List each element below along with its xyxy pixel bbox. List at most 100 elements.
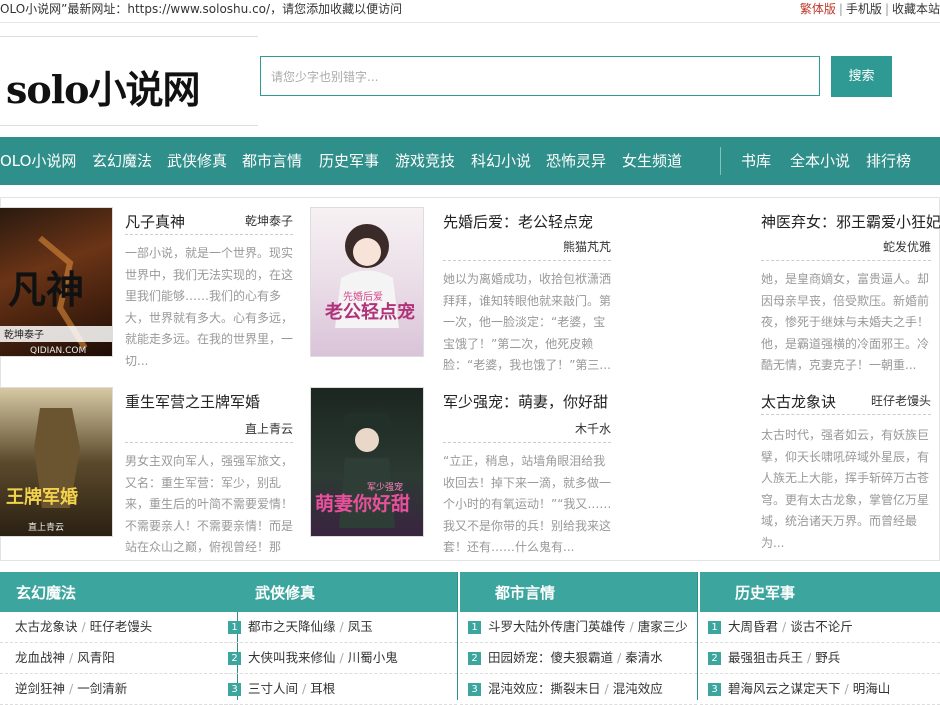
nav-paihang[interactable]: 排行榜: [866, 137, 911, 185]
book-author[interactable]: 木千水: [521, 420, 611, 437]
rank-badge: 2: [708, 652, 721, 665]
book-name[interactable]: 碧海风云之谋定天下: [728, 681, 841, 696]
nav-kehuan[interactable]: 科幻小说: [471, 137, 531, 185]
book-author[interactable]: 明海山: [853, 681, 891, 696]
list-heading[interactable]: 历史军事: [700, 572, 940, 612]
book-author[interactable]: 野兵: [815, 650, 840, 665]
featured-section: 凡神 乾坤泰子 QIDIAN.COM 凡子真神 乾坤泰子 一部小说，就是一个世界…: [0, 197, 940, 561]
rank-badge: 3: [708, 683, 721, 696]
nav-shuku[interactable]: 书库: [741, 137, 771, 185]
book-author[interactable]: 凤玉: [348, 619, 373, 634]
book-author[interactable]: 谈古不论斤: [790, 619, 853, 634]
list-item[interactable]: 太古龙象诀 / 旺仔老馒头: [0, 612, 237, 643]
list-heading[interactable]: 武侠修真: [220, 572, 457, 612]
book-title[interactable]: 先婚后爱：老公轻点宠: [443, 211, 593, 232]
rank-badge: 2: [228, 652, 241, 665]
list-item[interactable]: 3 三寸人间 / 耳根: [220, 674, 457, 705]
header: solo小说网 请您少字也别错字... 搜索: [0, 36, 940, 126]
divider: [443, 442, 611, 443]
book-author[interactable]: 旺仔老馒头: [841, 392, 931, 409]
separator: |: [884, 2, 889, 16]
book-author[interactable]: 川蜀小鬼: [348, 650, 398, 665]
book-name[interactable]: 大周昏君: [728, 619, 778, 634]
nav-wuxia[interactable]: 武侠修真: [167, 137, 227, 185]
main-nav: OLO小说网 玄幻魔法 武侠修真 都市言情 历史军事 游戏竞技 科幻小说 恐怖灵…: [0, 137, 940, 185]
book-name[interactable]: 田园娇宠：傻夫狠霸道: [488, 650, 613, 665]
list-heading[interactable]: 都市言情: [460, 572, 697, 612]
book-author[interactable]: 蛇发优雅: [841, 238, 931, 255]
book-author[interactable]: 直上青云: [201, 420, 293, 437]
book-cover[interactable]: 王牌军婚 直上青云: [0, 387, 113, 537]
book-author[interactable]: 耳根: [310, 681, 335, 696]
list-item[interactable]: 1 大周昏君 / 谈古不论斤: [700, 612, 940, 643]
nav-nvsheng[interactable]: 女生频道: [622, 137, 682, 185]
list-item[interactable]: 2 田园娇宠：傻夫狠霸道 / 秦清水: [460, 643, 697, 674]
book-title[interactable]: 军少强宠：萌妻，你好甜: [443, 391, 608, 412]
book-author[interactable]: 旺仔老馒头: [90, 619, 153, 634]
nav-kongbu[interactable]: 恐怖灵异: [546, 137, 606, 185]
book-title[interactable]: 凡子真神: [125, 211, 185, 232]
list-item[interactable]: 1 斗罗大陆外传唐门英雄传 / 唐家三少: [460, 612, 697, 643]
mobile-link[interactable]: 手机版: [846, 2, 882, 16]
list-item[interactable]: 2 最强狙击兵王 / 野兵: [700, 643, 940, 674]
cover-author: 直上青云: [28, 521, 64, 533]
list-item[interactable]: 逆剑狂神 / 一剑清新: [0, 674, 237, 705]
list-item[interactable]: 3 碧海风云之谋定天下 / 明海山: [700, 674, 940, 705]
book-title[interactable]: 神医弃女：邪王霸爱小狂妃: [761, 211, 940, 232]
book-cover[interactable]: 老公轻点宠 先婚后爱: [310, 207, 424, 357]
cover-site: QIDIAN.COM: [30, 346, 86, 356]
book-title[interactable]: 重生军营之王牌军婚: [125, 391, 260, 412]
cover-art: 凡神 乾坤泰子 QIDIAN.COM: [0, 235, 112, 356]
cover-author: 乾坤泰子: [4, 328, 44, 341]
nav-home[interactable]: OLO小说网: [0, 137, 76, 185]
book-name[interactable]: 大侠叫我来修仙: [248, 650, 336, 665]
book-desc: 一部小说，就是一个世界。现实世界中，我们无法实现的，在这里我们能够……我们的心有…: [125, 246, 294, 368]
book-author[interactable]: 一剑清新: [77, 681, 127, 696]
search-button[interactable]: 搜索: [831, 56, 892, 97]
book-name[interactable]: 逆剑狂神: [15, 681, 65, 696]
divider: [125, 234, 293, 235]
nav-xuanhuan[interactable]: 玄幻魔法: [92, 137, 152, 185]
list-wuxia: 武侠修真 1 都市之天降仙缘 / 凤玉 2 大侠叫我来修仙 / 川蜀小鬼 3 三寸人间 / 耳根: [220, 572, 458, 705]
nav-lishi[interactable]: 历史军事: [319, 137, 379, 185]
traditional-link[interactable]: 繁体版: [800, 2, 836, 16]
book-author[interactable]: 熊猫芃芃: [521, 238, 611, 255]
book-name[interactable]: 三寸人间: [248, 681, 298, 696]
cover-art: 王牌军婚 直上青云: [6, 408, 80, 533]
cover-subtitle: 先婚后爱: [343, 290, 383, 303]
list-heading[interactable]: 玄幻魔法: [0, 572, 237, 612]
category-lists: 玄幻魔法 太古龙象诀 / 旺仔老馒头 龙血战神 / 风青阳 逆剑狂神 / 一剑清新 武侠修真…: [0, 572, 940, 705]
separator: |: [838, 2, 843, 16]
list-item[interactable]: 3 混沌效应：撕裂末日 / 混沌效应: [460, 674, 697, 705]
cover-subtitle: 军少强宠: [367, 481, 403, 493]
site-logo[interactable]: solo小说网: [6, 59, 201, 114]
book-author[interactable]: 秦清水: [625, 650, 663, 665]
book-name[interactable]: 龙血战神: [15, 650, 65, 665]
divider: [761, 260, 931, 261]
list-item[interactable]: 1 都市之天降仙缘 / 凤玉: [220, 612, 457, 643]
list-item[interactable]: 龙血战神 / 风青阳: [0, 643, 237, 674]
book-cover[interactable]: 萌妻你好甜 军少强宠: [310, 387, 424, 537]
book-author[interactable]: 风青阳: [77, 650, 115, 665]
rank-badge: 1: [468, 621, 481, 634]
nav-quanben[interactable]: 全本小说: [790, 137, 850, 185]
nav-youxi[interactable]: 游戏竞技: [395, 137, 455, 185]
book-author[interactable]: 混沌效应: [613, 681, 663, 696]
book-author[interactable]: 乾坤泰子: [201, 212, 293, 229]
divider: [125, 442, 293, 443]
list-item[interactable]: 2 大侠叫我来修仙 / 川蜀小鬼: [220, 643, 457, 674]
book-name[interactable]: 太古龙象诀: [15, 619, 78, 634]
book-name[interactable]: 最强狙击兵王: [728, 650, 803, 665]
book-cover[interactable]: 凡神 乾坤泰子 QIDIAN.COM: [0, 207, 113, 357]
search-input[interactable]: 请您少字也别错字...: [260, 56, 820, 96]
book-title[interactable]: 太古龙象诀: [761, 391, 836, 412]
divider: [761, 414, 931, 415]
book-name[interactable]: 都市之天降仙缘: [248, 619, 336, 634]
book-name[interactable]: 混沌效应：撕裂末日: [488, 681, 601, 696]
book-name[interactable]: 斗罗大陆外传唐门英雄传: [488, 619, 626, 634]
book-author[interactable]: 唐家三少: [638, 619, 688, 634]
bookmark-link[interactable]: 收藏本站: [892, 2, 940, 16]
nav-dushi[interactable]: 都市言情: [242, 137, 302, 185]
site-notice: OLO小说网”最新网址：https://www.soloshu.co/，请您添加…: [0, 2, 403, 16]
list-dushi: 都市言情 1 斗罗大陆外传唐门英雄传 / 唐家三少 2 田园娇宠：傻夫狠霸道 / 秦清水 3…: [460, 572, 698, 705]
